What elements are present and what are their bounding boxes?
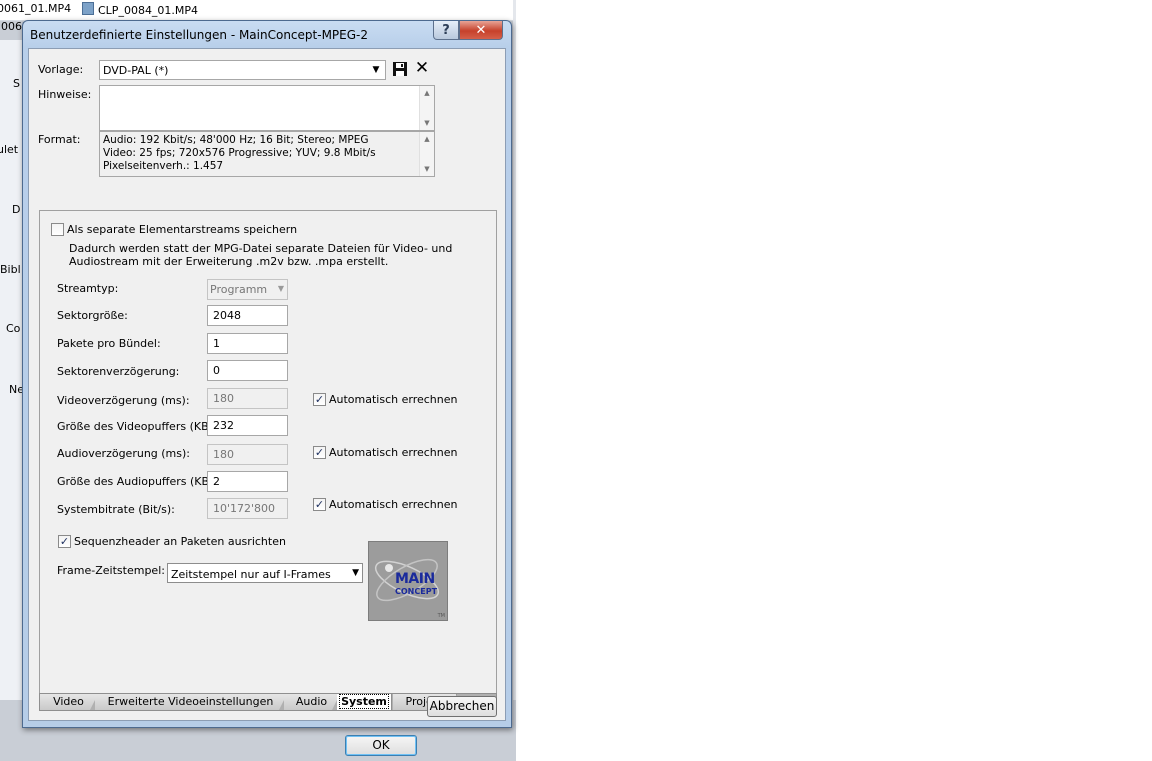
videopuffer-label: Größe des Videopuffers (KB): [57, 420, 217, 433]
background-file-strip: 0061_01.MP4 CLP_0084_01.MP4 [0, 0, 516, 21]
streamtyp-value: Programm [210, 283, 268, 296]
videoverzoegerung-auto-label: Automatisch errechnen [329, 393, 458, 406]
tab-video[interactable]: Video [40, 694, 98, 710]
check-icon: ✓ [59, 535, 70, 548]
audioverzoegerung-label: Audioverzögerung (ms): [57, 447, 190, 460]
systembitrate-auto-checkbox[interactable]: ✓ [313, 498, 326, 511]
format-info-box: Audio: 192 Kbit/s; 48'000 Hz; 16 Bit; St… [99, 131, 435, 177]
dialog-title: Benutzerdefinierte Einstellungen - MainC… [30, 28, 368, 42]
chevron-down-icon: ▼ [277, 284, 284, 293]
check-icon: ✓ [314, 393, 325, 406]
tab-audio[interactable]: Audio [284, 694, 340, 710]
save-icon[interactable] [392, 61, 408, 77]
logo-text-main: MAIN [395, 571, 435, 587]
frame-zeitstempel-label: Frame-Zeitstempel: [57, 564, 165, 577]
streamtyp-select[interactable]: Programm ▼ [207, 279, 288, 300]
videoverzoegerung-label: Videoverzögerung (ms): [57, 394, 190, 407]
audiopuffer-input[interactable]: 2 [207, 471, 288, 492]
mainconcept-logo: MAIN CONCEPT TM [368, 541, 448, 621]
background-file-item[interactable]: CLP_0084_01.MP4 [82, 2, 198, 17]
format-line-pixel: Pixelseitenverh.: 1.457 [103, 160, 224, 172]
separate-streams-checkbox[interactable] [51, 223, 64, 236]
dialog-client-area: Vorlage: DVD-PAL (*) ▼ ✕ Hinweise: ▲ ▼ F… [28, 48, 506, 756]
vorlage-label: Vorlage: [38, 63, 84, 76]
systembitrate-auto-label: Automatisch errechnen [329, 498, 458, 511]
scroll-down-icon[interactable]: ▼ [420, 165, 434, 173]
scroll-up-icon[interactable]: ▲ [420, 89, 434, 97]
system-tab-panel: Als separate Elementarstreams speichern … [39, 210, 497, 694]
separate-streams-label: Als separate Elementarstreams speichern [67, 223, 298, 236]
background-fragment: Bibl [0, 263, 21, 276]
custom-settings-dialog: Benutzerdefinierte Einstellungen - MainC… [22, 20, 512, 756]
chevron-down-icon: ▼ [372, 65, 380, 75]
vorlage-select[interactable]: DVD-PAL (*) ▼ [99, 60, 386, 80]
delete-icon[interactable]: ✕ [414, 60, 430, 77]
videoverzoegerung-input[interactable]: 180 [207, 388, 288, 409]
help-button[interactable]: ? [433, 21, 459, 40]
frame-zeitstempel-value: Zeitstempel nur auf I-Frames [171, 568, 331, 581]
background-fragment: ulet [0, 143, 19, 156]
format-label: Format: [38, 133, 81, 146]
sektorgroesse-label: Sektorgröße: [57, 309, 128, 322]
hinweise-label: Hinweise: [38, 88, 92, 101]
logo-trademark: TM [437, 613, 445, 619]
sequenzheader-checkbox[interactable]: ✓ [58, 535, 71, 548]
logo-text-concept: CONCEPT [395, 587, 438, 596]
scroll-up-icon[interactable]: ▲ [420, 135, 434, 143]
format-line-audio: Audio: 192 Kbit/s; 48'000 Hz; 16 Bit; St… [103, 134, 369, 146]
background-scrollbar [513, 0, 516, 761]
separate-streams-description: Dadurch werden statt der MPG-Datei separ… [69, 242, 453, 255]
background-file-item[interactable]: 0061_01.MP4 [0, 2, 71, 15]
hinweise-textarea[interactable]: ▲ ▼ [99, 85, 435, 131]
format-text: Audio: 192 Kbit/s; 48'000 Hz; 16 Bit; St… [103, 134, 376, 173]
audioverzoegerung-auto-checkbox[interactable]: ✓ [313, 446, 326, 459]
tab-system[interactable]: System [337, 694, 392, 710]
check-icon: ✓ [314, 498, 325, 511]
streamtyp-label: Streamtyp: [57, 282, 119, 295]
systembitrate-label: Systembitrate (Bit/s): [57, 503, 175, 516]
background-sidebar: S ulet D Bibl Co Ne [0, 40, 24, 700]
background-fragment: S [13, 77, 20, 90]
vorlage-value: DVD-PAL (*) [103, 64, 169, 77]
scroll-down-icon[interactable]: ▼ [420, 119, 434, 127]
video-file-icon [82, 2, 94, 15]
sektorenverzoegerung-input[interactable]: 0 [207, 360, 288, 381]
chevron-down-icon: ▼ [352, 568, 359, 578]
videoverzoegerung-auto-checkbox[interactable]: ✓ [313, 393, 326, 406]
sektorenverzoegerung-label: Sektorenverzögerung: [57, 365, 180, 378]
audiopuffer-label: Größe des Audiopuffers (KB): [57, 475, 218, 488]
background-fragment: D [12, 203, 21, 216]
ok-button[interactable]: OK [345, 735, 417, 756]
tab-erweiterte-videoeinstellungen[interactable]: Erweiterte Videoeinstellungen [95, 694, 287, 710]
audioverzoegerung-auto-label: Automatisch errechnen [329, 446, 458, 459]
pakete-label: Pakete pro Bündel: [57, 337, 161, 350]
format-scrollbar[interactable]: ▲ ▼ [419, 132, 434, 176]
cancel-button[interactable]: Abbrechen [427, 696, 497, 717]
hinweise-scrollbar[interactable]: ▲ ▼ [419, 86, 434, 130]
systembitrate-input[interactable]: 10'172'800 [207, 498, 288, 519]
background-fragment: Co [6, 322, 21, 335]
frame-zeitstempel-select[interactable]: Zeitstempel nur auf I-Frames ▼ [167, 563, 363, 583]
check-icon: ✓ [314, 446, 325, 459]
close-button[interactable]: ✕ [459, 21, 503, 40]
videopuffer-input[interactable]: 232 [207, 415, 288, 436]
pakete-input[interactable]: 1 [207, 333, 288, 354]
sequenzheader-label: Sequenzheader an Paketen ausrichten [74, 535, 286, 548]
separate-streams-description: Audiostream mit der Erweiterung .m2v bzw… [69, 255, 389, 268]
audioverzoegerung-input[interactable]: 180 [207, 444, 288, 465]
sektorgroesse-input[interactable]: 2048 [207, 305, 288, 326]
format-line-video: Video: 25 fps; 720x576 Progressive; YUV;… [103, 147, 376, 159]
